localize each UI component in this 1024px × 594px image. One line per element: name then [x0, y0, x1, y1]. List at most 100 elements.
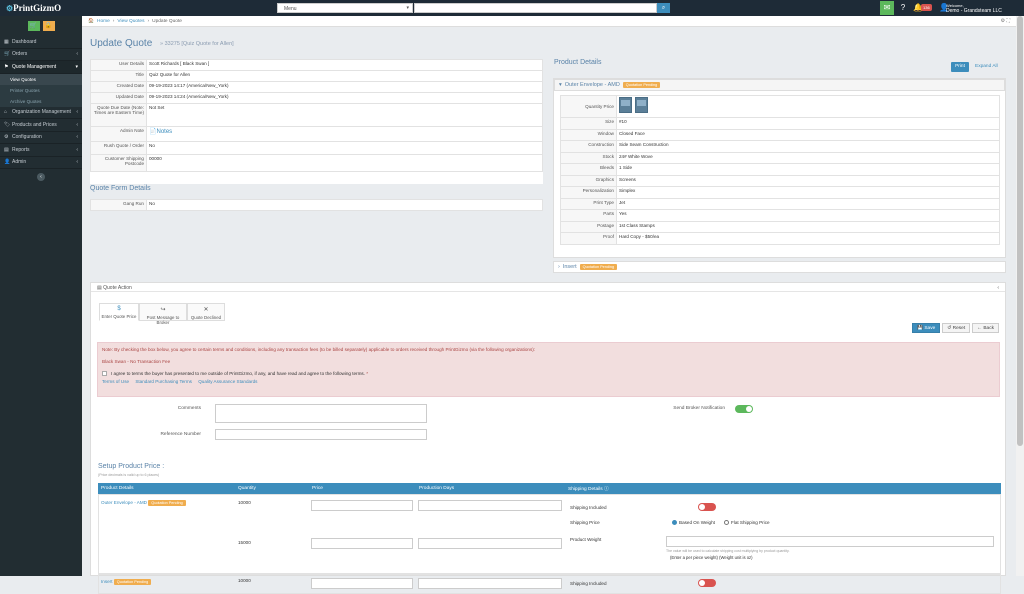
tab-post-message[interactable]: ↪ Post Message to Broker — [139, 303, 187, 325]
sidebar-item-organization-management[interactable]: ⌂ Organization Management ‹ — [0, 107, 82, 119]
setup-price-title: Setup Product Price : — [98, 463, 165, 470]
sidebar-item-products-and-prices[interactable]: 🏷 Products and Prices ‹ — [0, 119, 82, 132]
breadcrumb-view-quotes[interactable]: View Quotes — [117, 19, 144, 24]
sidebar-item-quote-management[interactable]: ⚑ Quote Management ▾ — [0, 61, 82, 74]
page-title: Update Quote — [90, 38, 153, 49]
purchasing-terms-link[interactable]: Standard Purchasing Terms — [135, 379, 192, 384]
shipping-included-label: Shipping Included — [570, 505, 607, 510]
price-input[interactable] — [311, 538, 413, 549]
price-input[interactable] — [311, 500, 413, 511]
sidebar-quick-actions: 🛒 🔒 — [0, 16, 82, 36]
chevron-icon: ‹ — [76, 121, 78, 128]
breadcrumb: 🏠 Home › View Quotes › Update Quote — [82, 16, 1024, 27]
search-input[interactable] — [414, 3, 657, 13]
sidebar-item-reports[interactable]: ▤ Reports ‹ — [0, 144, 82, 157]
quote-action-panel: ▤ Quote Action ‹ $ Enter Quote Price ↪ Post… — [90, 282, 1006, 594]
home-icon: 🏠 — [88, 18, 94, 24]
insert-name: Insert — [562, 264, 577, 270]
comments-label: Comments — [177, 406, 201, 411]
action-buttons: 💾 Save ↺ Reset ← Back — [912, 323, 999, 333]
notification-badge: 136 — [921, 4, 932, 11]
based-on-weight-radio[interactable]: Based On Weight — [672, 520, 715, 526]
quantity-cell: 15000 — [238, 540, 251, 545]
quote-details-panel: User Details Scott Richards [ Black Swan … — [90, 59, 543, 184]
quantity-price-box[interactable] — [619, 97, 632, 113]
flat-shipping-radio[interactable]: Flat Shipping Price — [724, 520, 770, 526]
sidebar-item-orders[interactable]: 🛒 Orders ‹ — [0, 49, 82, 61]
production-days-input[interactable] — [418, 538, 562, 549]
chevron-icon: ‹ — [76, 51, 78, 58]
search-button[interactable]: ⌕ — [657, 3, 670, 13]
chevron-icon: ‹ — [76, 159, 78, 166]
reference-number-label: Reference Number — [160, 432, 201, 437]
search-icon: ⌕ — [661, 5, 666, 11]
reference-number-input[interactable] — [215, 429, 427, 440]
sidebar-collapse-icon[interactable]: ‹ — [37, 173, 45, 181]
insert-header[interactable]: › Insert Quotation Pending — [553, 261, 1006, 273]
comments-textarea[interactable] — [215, 404, 427, 423]
status-badge: Quotation Pending — [622, 82, 661, 88]
chevron-down-icon: ▾ — [406, 5, 409, 11]
status-badge: Quotation Pending — [113, 579, 152, 585]
info-icon: ⓘ — [604, 487, 609, 492]
terms-of-use-link[interactable]: Terms of Use — [102, 379, 129, 384]
sidebar-item-configuration[interactable]: ⚙ Configuration ‹ — [0, 132, 82, 144]
shipping-included-toggle[interactable] — [698, 503, 716, 511]
chevron-icon: ‹ — [76, 109, 78, 116]
menu-select[interactable]: Menu ▾ — [277, 3, 413, 13]
terms-note: Note: By checking the box below, you agr… — [97, 342, 1000, 397]
cart-shortcut-icon[interactable]: 🛒 — [27, 21, 40, 31]
app-logo[interactable]: ⚙PrintGizmO — [6, 3, 86, 13]
welcome-text[interactable]: Welcome, Demo - Grandsteam LLC — [946, 3, 1002, 14]
weight-note: The value will be used to calculate ship… — [666, 549, 790, 553]
help-icon[interactable]: ? — [896, 1, 910, 15]
product-weight-input[interactable] — [666, 536, 994, 547]
quantity-cell: 10000 — [238, 578, 251, 583]
quote-form-title: Quote Form Details — [90, 185, 151, 192]
sidebar-subitem-archive-quotes[interactable]: Archive Quotes — [0, 95, 82, 107]
breadcrumb-home[interactable]: Home — [97, 19, 110, 24]
outer-envelope-panel: ▾ Outer Envelope - AMD Quotation Pending… — [553, 78, 1006, 258]
collapse-icon[interactable]: ‹ — [997, 285, 999, 291]
sidebar-subitem-view-quotes[interactable]: View Quotes — [0, 73, 82, 85]
chevron-icon: ‹ — [76, 134, 78, 141]
sidebar-item-admin[interactable]: 👤 Admin ‹ — [0, 157, 82, 169]
price-input[interactable] — [311, 578, 413, 589]
page-subtitle: » 33275 [Quiz Quote for Allen] — [160, 41, 234, 47]
agree-checkbox[interactable] — [102, 371, 107, 377]
status-badge: Quotation Pending — [579, 264, 618, 270]
weight-hint: (Enter a per piece weight) (Weight unit … — [670, 555, 753, 560]
settings-icon[interactable]: ⚙ ⛶ — [1001, 18, 1010, 24]
chart-icon: ▤ — [4, 146, 9, 153]
terms-links: Terms of Use Standard Purchasing Terms Q… — [102, 379, 995, 384]
outer-envelope-header[interactable]: ▾ Outer Envelope - AMD Quotation Pending — [554, 79, 1005, 91]
lock-shortcut-icon[interactable]: 🔒 — [42, 21, 55, 31]
gear-icon: ⚙ — [4, 134, 9, 141]
dollar-icon: $ — [117, 306, 121, 312]
price-grid: Product Details Quantity Price Productio… — [98, 483, 1001, 594]
save-button[interactable]: 💾 Save — [912, 323, 941, 333]
scrollbar-thumb[interactable] — [1017, 16, 1023, 446]
production-days-input[interactable] — [418, 500, 562, 511]
chat-icon[interactable]: ✉ — [880, 1, 894, 15]
quantity-price-box[interactable] — [635, 97, 648, 113]
expand-all-button[interactable]: Expand All — [975, 64, 998, 69]
notes-link[interactable]: 📄Notes — [149, 129, 172, 135]
sidebar-item-dashboard[interactable]: ▦ Dashboard — [0, 36, 82, 49]
quote-form-panel: Gang Run No — [90, 199, 543, 211]
production-days-input[interactable] — [418, 578, 562, 589]
page-scrollbar[interactable] — [1016, 16, 1024, 576]
shipping-included-toggle[interactable] — [698, 579, 716, 587]
quote-icon: ⚑ — [4, 63, 9, 70]
tab-quote-declined[interactable]: ✕ Quote Declined — [187, 303, 225, 321]
outer-envelope-name: Outer Envelope - AMD — [564, 82, 620, 88]
send-notification-toggle[interactable] — [735, 405, 753, 413]
tag-icon: 🏷 — [4, 121, 11, 128]
print-button[interactable]: Print — [951, 62, 969, 72]
row-product: Insert Quotation Pending — [101, 579, 152, 585]
quality-standards-link[interactable]: Quality Assurance Standards — [198, 379, 257, 384]
tab-enter-quote-price[interactable]: $ Enter Quote Price — [99, 303, 139, 321]
sidebar-subitem-printer-quotes[interactable]: Printer Quotes — [0, 84, 82, 96]
reset-button[interactable]: ↺ Reset — [942, 323, 971, 333]
back-button[interactable]: ← Back — [972, 323, 999, 333]
